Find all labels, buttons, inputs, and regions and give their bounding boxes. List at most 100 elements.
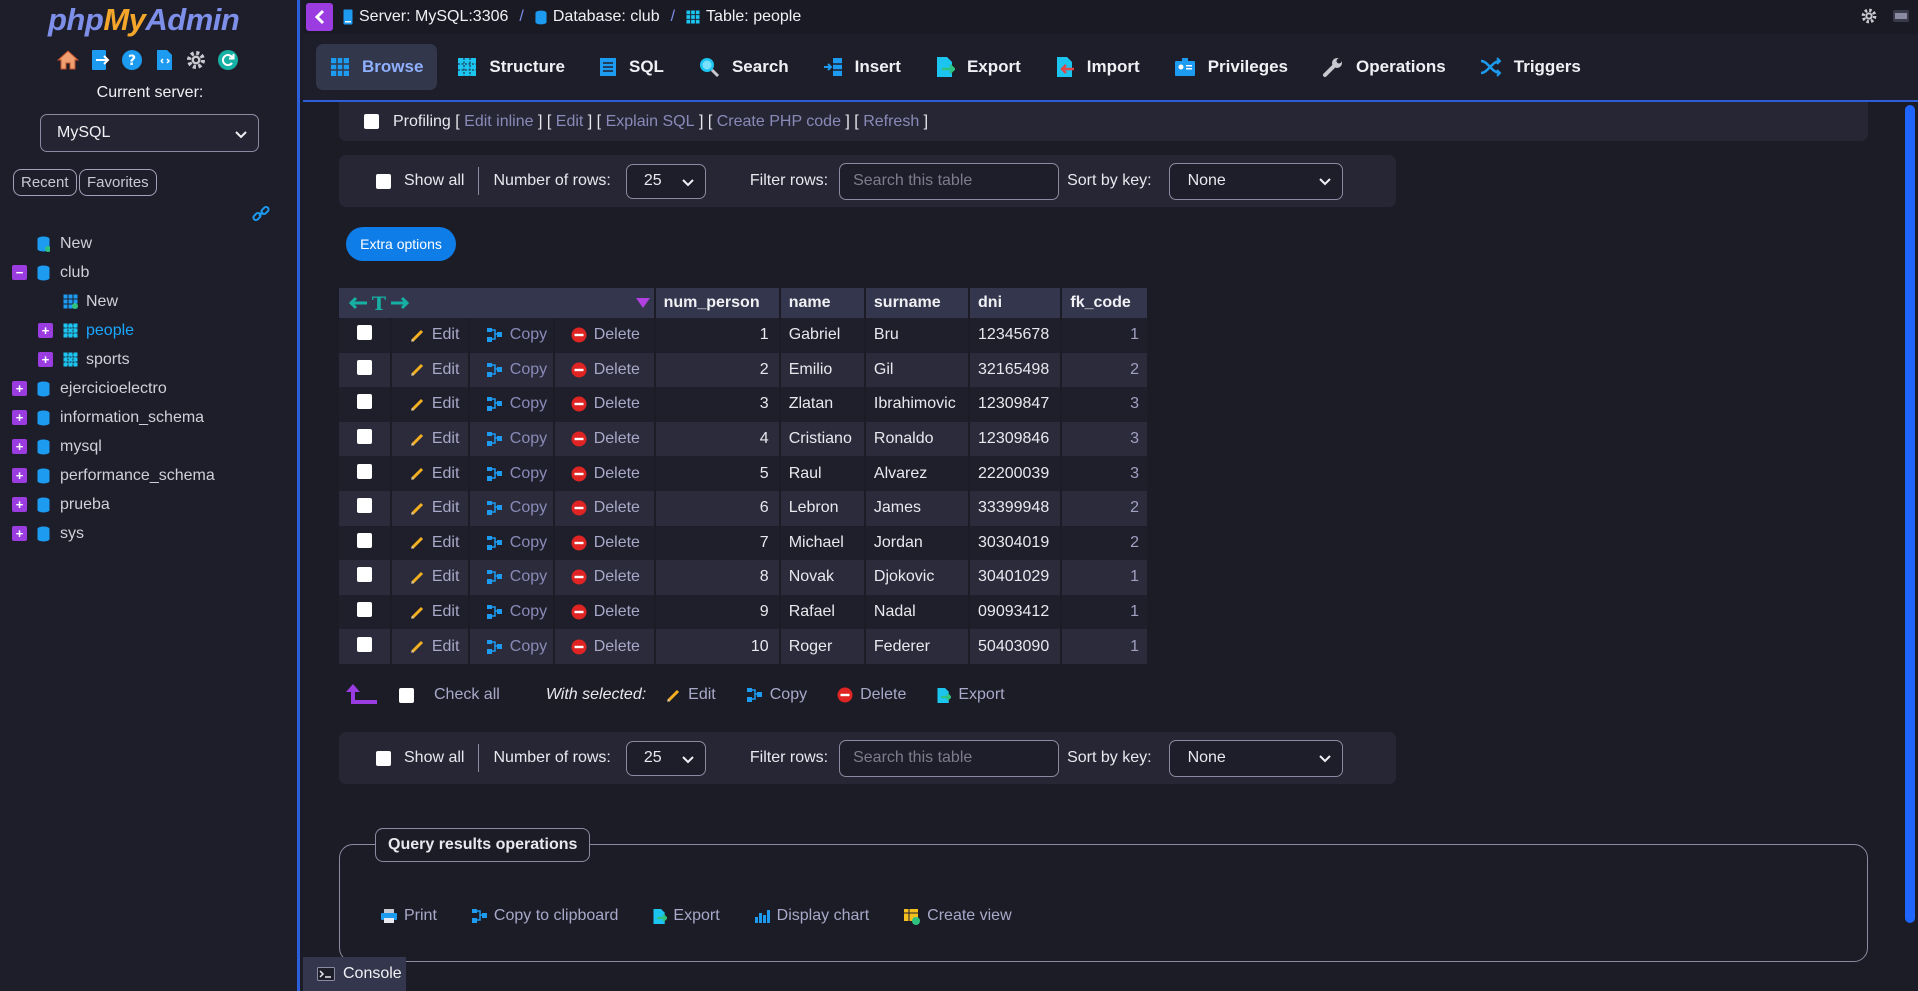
cell-surname[interactable]: Ronaldo	[864, 421, 971, 457]
tab-export[interactable]: Export	[921, 44, 1035, 90]
expand-icon[interactable]: +	[12, 468, 27, 483]
cell-surname[interactable]: James	[864, 490, 971, 526]
breadcrumb-table[interactable]: Table: people	[686, 8, 801, 26]
expand-icon[interactable]: +	[38, 352, 53, 367]
expand-icon[interactable]: +	[12, 439, 27, 454]
cell-fk-code[interactable]: 3	[1061, 421, 1149, 457]
cell-num-person[interactable]: 7	[654, 525, 781, 561]
print-button[interactable]: Print	[380, 907, 437, 925]
recent-button[interactable]: Recent	[13, 169, 77, 196]
cell-num-person[interactable]: 1	[654, 318, 781, 353]
cell-num-person[interactable]: 8	[654, 560, 781, 595]
cell-num-person[interactable]: 3	[654, 387, 781, 422]
sort-by-key-select[interactable]: None	[1168, 739, 1343, 777]
tree-item-new[interactable]: New	[0, 229, 300, 258]
tree-item-label[interactable]: ejercicioelectro	[60, 380, 167, 398]
cell-fk-code[interactable]: 2	[1061, 525, 1149, 561]
filter-rows-input[interactable]: Search this table	[839, 162, 1060, 200]
copy-row-button[interactable]: Copy	[486, 638, 553, 656]
row-checkbox[interactable]	[357, 567, 372, 583]
delete-row-button[interactable]: Delete	[571, 568, 654, 586]
tree-item-prueba[interactable]: + prueba	[0, 490, 300, 519]
row-checkbox[interactable]	[357, 429, 372, 445]
cell-num-person[interactable]: 2	[654, 352, 781, 388]
edit-row-button[interactable]: Edit	[410, 361, 468, 379]
tab-sql[interactable]: SQL	[585, 44, 678, 90]
sort-by-key-select[interactable]: None	[1168, 162, 1343, 200]
tree-item-club[interactable]: − club	[0, 258, 300, 287]
cell-fk-code[interactable]: 1	[1061, 560, 1149, 595]
link-with-main-panel-icon[interactable]	[252, 205, 270, 228]
delete-row-button[interactable]: Delete	[571, 395, 654, 413]
cell-name[interactable]: Novak	[779, 560, 866, 595]
cell-name[interactable]: Michael	[779, 525, 866, 561]
delete-row-button[interactable]: Delete	[571, 326, 654, 344]
column-dni[interactable]: dni	[969, 288, 1063, 318]
edit-row-button[interactable]: Edit	[410, 603, 468, 621]
cell-name[interactable]: Lebron	[779, 490, 866, 526]
table-row[interactable]: Edit Copy Delete 2 Emilio Gil 32165498 2	[339, 352, 1149, 388]
explain-sql-link[interactable]: Explain SQL	[606, 113, 695, 131]
cell-surname[interactable]: Djokovic	[864, 560, 971, 595]
with-selected-delete-button[interactable]: Delete	[837, 686, 906, 704]
tree-item-people[interactable]: + people	[0, 316, 300, 345]
tab-operations[interactable]: Operations	[1308, 44, 1460, 90]
refresh-link[interactable]: Refresh	[863, 113, 919, 131]
cell-num-person[interactable]: 9	[654, 594, 781, 630]
delete-row-button[interactable]: Delete	[571, 430, 654, 448]
cell-name[interactable]: Gabriel	[779, 318, 866, 353]
cell-dni[interactable]: 50403090	[969, 629, 1063, 664]
edit-row-button[interactable]: Edit	[410, 430, 468, 448]
cell-num-person[interactable]: 10	[654, 629, 781, 664]
edit-link[interactable]: Edit	[556, 113, 584, 131]
cell-dni[interactable]: 22200039	[969, 456, 1063, 491]
phpmyadmin-logo[interactable]: phpMyAdmin	[48, 2, 240, 38]
row-checkbox[interactable]	[357, 498, 372, 514]
tab-privileges[interactable]: Privileges	[1160, 44, 1302, 90]
column-name[interactable]: name	[779, 288, 866, 318]
row-checkbox[interactable]	[357, 532, 372, 548]
expand-icon[interactable]: +	[12, 381, 27, 396]
collapse-icon[interactable]: −	[12, 265, 27, 280]
cell-surname[interactable]: Alvarez	[864, 456, 971, 491]
breadcrumb-server[interactable]: Server: MySQL:3306	[343, 8, 508, 26]
profiling-checkbox[interactable]	[364, 114, 379, 129]
delete-row-button[interactable]: Delete	[571, 499, 654, 517]
copy-row-button[interactable]: Copy	[486, 361, 553, 379]
row-checkbox[interactable]	[357, 325, 372, 341]
edit-row-button[interactable]: Edit	[410, 638, 468, 656]
delete-row-button[interactable]: Delete	[571, 603, 654, 621]
table-row[interactable]: Edit Copy Delete 7 Michael Jordan 30304019 2	[339, 525, 1149, 561]
show-all-checkbox[interactable]	[376, 750, 391, 766]
row-checkbox[interactable]	[357, 359, 372, 375]
cell-name[interactable]: Roger	[779, 629, 866, 664]
collapse-sidebar-button[interactable]	[306, 3, 333, 31]
cell-surname[interactable]: Gil	[864, 352, 971, 388]
edit-inline-link[interactable]: Edit inline	[464, 113, 533, 131]
tab-insert[interactable]: Insert	[809, 44, 915, 90]
table-row[interactable]: Edit Copy Delete 5 Raul Alvarez 22200039 3	[339, 456, 1149, 491]
row-checkbox[interactable]	[357, 636, 372, 652]
settings-icon[interactable]	[1860, 7, 1878, 30]
tab-triggers[interactable]: Triggers	[1466, 44, 1595, 90]
tree-item-label[interactable]: people	[86, 322, 134, 340]
row-checkbox[interactable]	[357, 602, 372, 618]
copy-row-button[interactable]: Copy	[486, 568, 553, 586]
copy-row-button[interactable]: Copy	[486, 430, 553, 448]
copy-row-button[interactable]: Copy	[486, 326, 553, 344]
window-menu-icon[interactable]	[1892, 7, 1910, 30]
table-row[interactable]: Edit Copy Delete 1 Gabriel Bru 12345678 1	[339, 318, 1149, 353]
tree-item-label[interactable]: mysql	[60, 438, 102, 456]
with-selected-edit-button[interactable]: Edit	[666, 686, 716, 704]
display-chart-button[interactable]: Display chart	[754, 907, 869, 925]
copy-to-clipboard-button[interactable]: Copy to clipboard	[471, 907, 618, 925]
settings-icon[interactable]	[184, 48, 208, 72]
tree-item-sports[interactable]: + sports	[0, 345, 300, 374]
home-icon[interactable]	[56, 48, 80, 72]
edit-row-button[interactable]: Edit	[410, 534, 468, 552]
row-checkbox[interactable]	[357, 394, 372, 410]
column-surname[interactable]: surname	[864, 288, 971, 318]
with-selected-copy-button[interactable]: Copy	[746, 686, 807, 704]
show-all-checkbox[interactable]	[376, 173, 391, 189]
delete-row-button[interactable]: Delete	[571, 534, 654, 552]
